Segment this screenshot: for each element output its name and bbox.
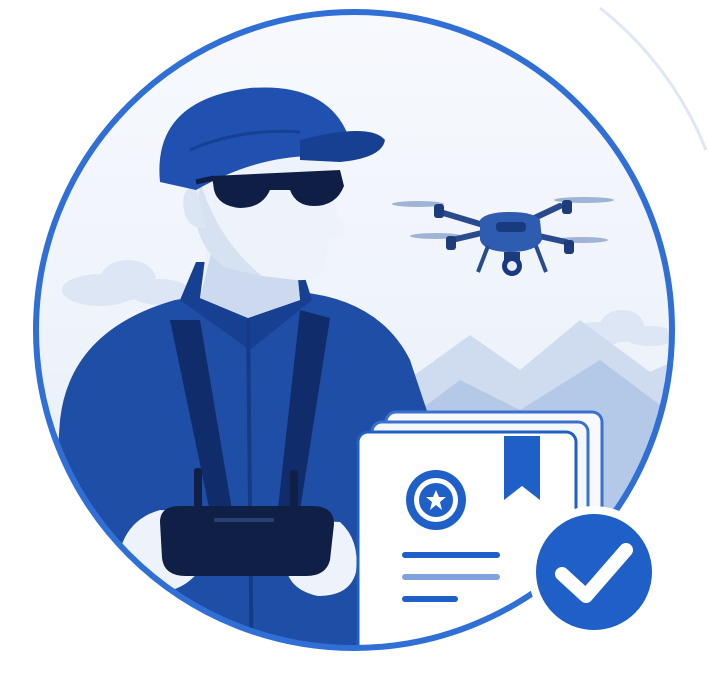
certificate-line [402,552,500,558]
certificate-line [402,596,458,602]
rosette-star-icon [406,470,466,530]
certificate-line [402,574,500,580]
outer-decorative-arc [599,6,708,151]
drone-pilot-certification-illustration [33,6,708,651]
illustration-stage [0,0,708,682]
checkmark-icon [528,506,660,638]
